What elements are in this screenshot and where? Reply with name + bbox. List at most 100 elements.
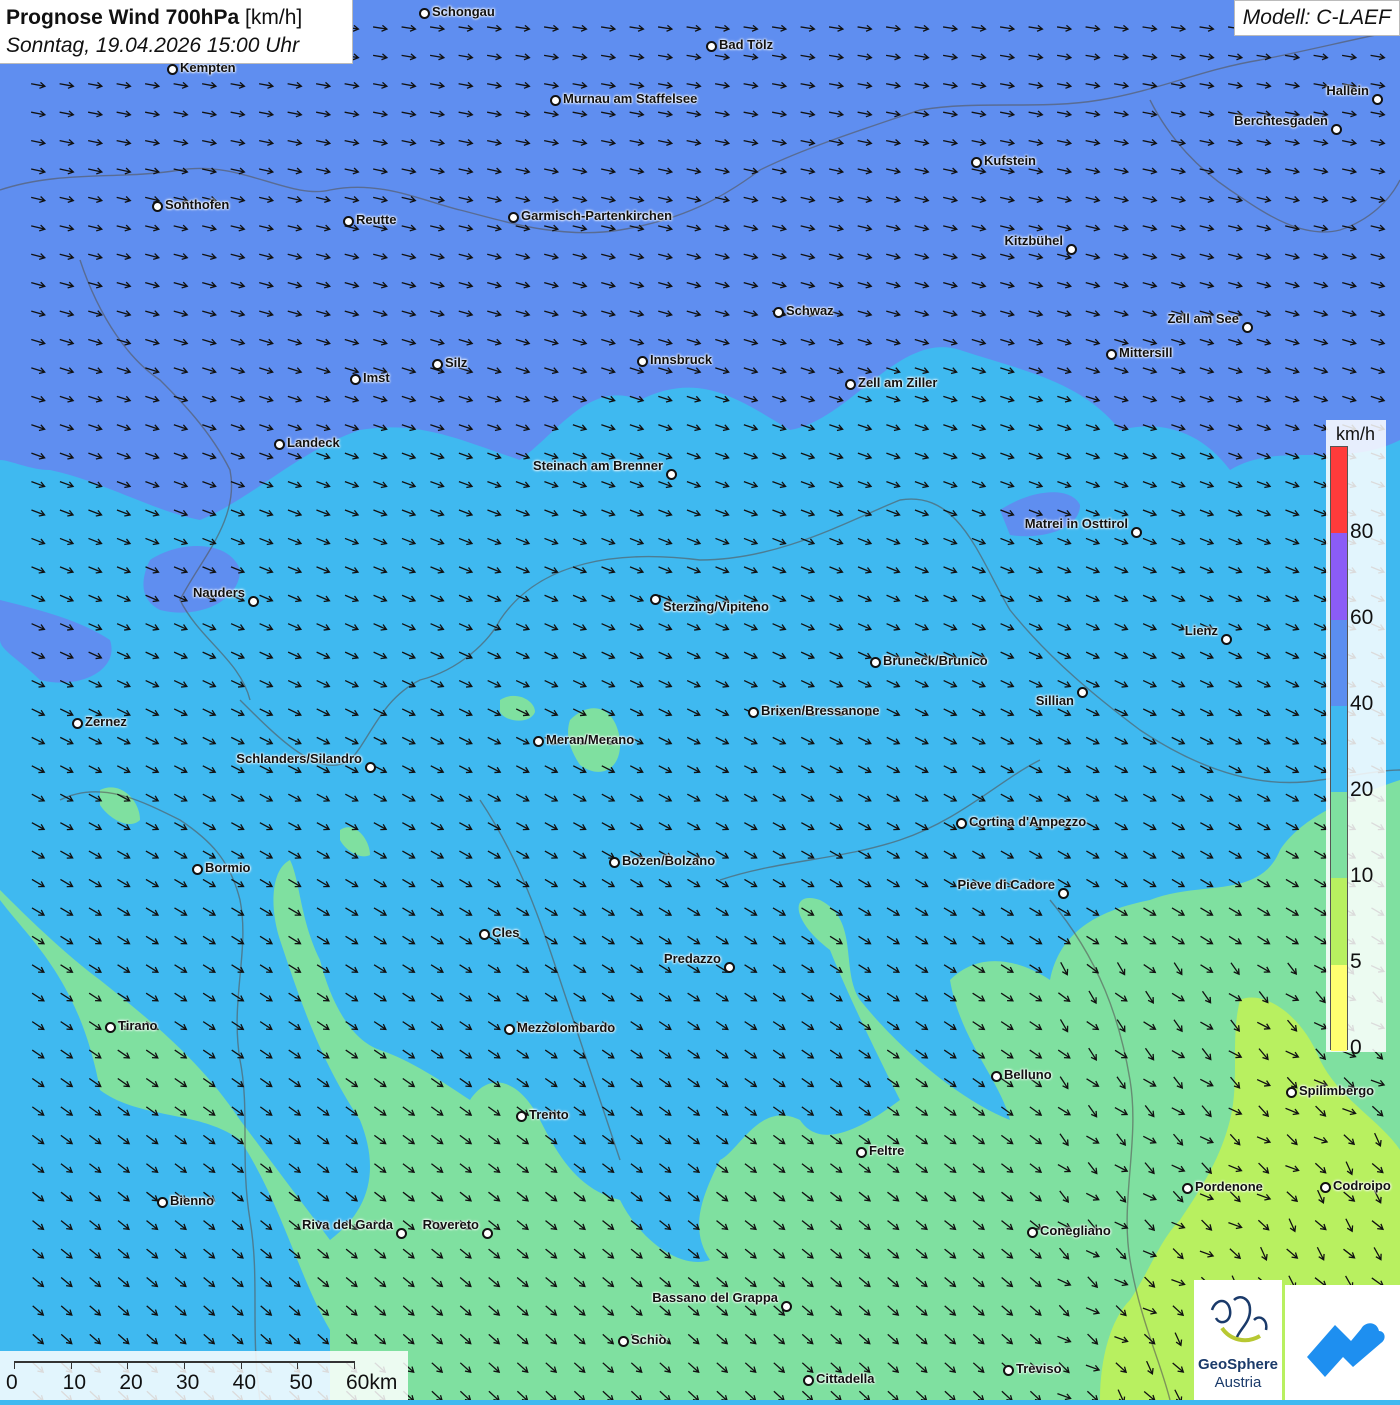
city-label: Kempten xyxy=(180,60,236,75)
city-marker xyxy=(956,818,967,829)
city-marker xyxy=(482,1228,493,1239)
city-label: Innsbruck xyxy=(650,352,713,367)
city-label: Trento xyxy=(529,1107,569,1122)
legend-label: 60 xyxy=(1350,606,1374,629)
city-label: Bozen/Bolzano xyxy=(622,853,716,868)
city-marker xyxy=(550,95,561,106)
city-marker xyxy=(803,1375,814,1386)
scale-tick xyxy=(297,1361,299,1369)
city-label: Bassano del Grappa xyxy=(652,1290,778,1305)
city-label: Codroipo xyxy=(1333,1178,1391,1193)
city-marker xyxy=(1106,349,1117,360)
city-marker xyxy=(1242,322,1253,333)
city-marker xyxy=(609,857,620,868)
city-marker xyxy=(504,1024,515,1035)
city-marker xyxy=(516,1111,527,1122)
scale-label: 40 xyxy=(232,1371,257,1394)
legend-label: 0 xyxy=(1350,1036,1362,1059)
city-marker xyxy=(72,718,83,729)
city-label: Riva del Garda xyxy=(301,1217,393,1232)
city-marker xyxy=(1221,634,1232,645)
scale-label: 30 xyxy=(176,1371,200,1394)
city-marker xyxy=(396,1228,407,1239)
scale-tick xyxy=(127,1361,129,1369)
forecast-date: Sonntag, 19.04.2026 15:00 Uhr xyxy=(6,34,300,57)
scale-label: 0 xyxy=(6,1371,18,1394)
title-main: Prognose Wind 700hPa xyxy=(6,6,240,29)
city-marker xyxy=(856,1147,867,1158)
city-label: Silz xyxy=(445,355,468,370)
city-label: Feltre xyxy=(869,1143,905,1158)
city-marker xyxy=(1131,527,1142,538)
city-marker xyxy=(274,439,285,450)
mountain-cloud-icon xyxy=(1307,1323,1385,1377)
logo-name: GeoSphere xyxy=(1197,1356,1279,1373)
city-label: Pordenone xyxy=(1195,1179,1263,1194)
legend-segment xyxy=(1331,705,1347,793)
legend-segment xyxy=(1331,792,1347,879)
city-label: Garmisch-Partenkirchen xyxy=(521,208,673,223)
app-logo xyxy=(1285,1285,1400,1400)
legend-label: 10 xyxy=(1350,864,1374,887)
legend-label: 20 xyxy=(1350,778,1374,801)
legend-label: 80 xyxy=(1350,520,1374,543)
city-label: Tirano xyxy=(118,1018,158,1033)
city-label: Conegliano xyxy=(1040,1223,1111,1238)
city-label: Landeck xyxy=(287,435,340,450)
city-label: Zernez xyxy=(85,714,127,729)
city-marker xyxy=(479,929,490,940)
city-marker xyxy=(432,359,443,370)
scale-label: 20 xyxy=(119,1371,143,1394)
city-label: Rovereto xyxy=(422,1217,479,1232)
city-label: Spilimbergo xyxy=(1299,1083,1375,1098)
city-label: Lienz xyxy=(1184,623,1218,638)
logo-sub: Austria xyxy=(1214,1374,1262,1391)
city-label: Steinach am Brenner xyxy=(532,458,663,473)
city-label: Meran/Merano xyxy=(546,732,635,747)
city-marker xyxy=(1003,1365,1014,1376)
city-label: Berchtesgaden xyxy=(1234,113,1328,128)
city-label: Schongau xyxy=(432,4,495,19)
legend: km/h 80 60 40 20 10 5 0 xyxy=(1326,420,1386,1059)
city-marker xyxy=(419,8,430,19)
city-label: Zell am Ziller xyxy=(858,375,938,390)
city-marker xyxy=(1027,1227,1038,1238)
city-label: Cittadella xyxy=(816,1371,875,1386)
legend-segment xyxy=(1331,878,1347,965)
city-label: Zell am See xyxy=(1167,311,1239,326)
city-marker xyxy=(870,657,881,668)
model-label: Modell: C-LAEF xyxy=(1233,0,1400,36)
city-label: Bad Tölz xyxy=(719,37,774,52)
scale-label: 50 xyxy=(289,1371,313,1394)
city-label: Bienno xyxy=(170,1193,215,1208)
city-marker xyxy=(1372,94,1383,105)
geosphere-icon xyxy=(1210,1296,1268,1343)
city-label: Treviso xyxy=(1016,1361,1062,1376)
city-label: Nauders xyxy=(192,585,245,600)
city-label: Bruneck/Brunico xyxy=(883,653,988,668)
city-marker xyxy=(1320,1182,1331,1193)
city-marker xyxy=(1182,1183,1193,1194)
legend-segment xyxy=(1331,964,1347,1051)
city-marker xyxy=(748,707,759,718)
legend-label: 5 xyxy=(1350,950,1362,973)
city-label: Belluno xyxy=(1004,1067,1052,1082)
city-marker xyxy=(1066,244,1077,255)
city-marker xyxy=(533,736,544,747)
city-marker xyxy=(618,1336,629,1347)
city-marker xyxy=(343,216,354,227)
city-marker xyxy=(157,1197,168,1208)
city-marker xyxy=(152,201,163,212)
scale-label: 10 xyxy=(62,1371,87,1394)
legend-label: 40 xyxy=(1350,692,1374,715)
legend-colorbar xyxy=(1330,446,1348,1051)
city-marker xyxy=(248,596,259,607)
city-label: Brixen/Bressanone xyxy=(761,703,880,718)
scale-tick xyxy=(70,1361,72,1369)
city-marker xyxy=(650,594,661,605)
city-label: Cortina d'Ampezzo xyxy=(969,814,1087,829)
city-label: Sterzing/Vipiteno xyxy=(663,599,769,614)
city-label: Mittersill xyxy=(1119,345,1173,360)
city-label: Pieve di Cadore xyxy=(957,877,1055,892)
city-label: Schlanders/Silandro xyxy=(236,751,362,766)
